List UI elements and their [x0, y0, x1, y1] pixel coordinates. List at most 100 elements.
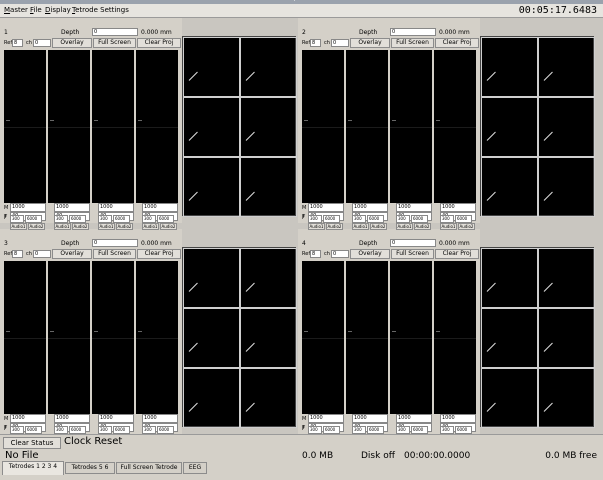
filter-low-input[interactable]: 300: [54, 215, 68, 223]
menu-master[interactable]: Master: [4, 6, 28, 14]
audio2-button[interactable]: Audio2: [458, 223, 475, 230]
ref-input[interactable]: 8: [310, 250, 321, 258]
filter-high-input[interactable]: 6000: [113, 215, 130, 223]
filter-high-input[interactable]: 6000: [455, 426, 472, 434]
audio1-button[interactable]: Audio1: [308, 223, 325, 230]
audio1-button[interactable]: Audio1: [98, 223, 115, 230]
tab-eeg[interactable]: EEG: [183, 462, 207, 474]
m-input[interactable]: 1000: [54, 414, 90, 423]
audio1-button[interactable]: Audio1: [10, 223, 27, 230]
filter-low-input[interactable]: 300: [396, 426, 410, 434]
filter-low-input[interactable]: 300: [10, 215, 24, 223]
m-input[interactable]: 1000: [308, 414, 344, 423]
filter-high-input[interactable]: 6000: [157, 215, 174, 223]
audio2-button[interactable]: Audio2: [116, 223, 133, 230]
clear-proj-button[interactable]: Clear Proj: [137, 38, 181, 48]
m-input[interactable]: 1000: [396, 203, 432, 212]
full-screen-button[interactable]: Full Screen: [93, 249, 136, 259]
overlay-button[interactable]: Overlay: [350, 249, 390, 259]
clear-proj-button[interactable]: Clear Proj: [137, 249, 181, 259]
ref-input[interactable]: 8: [12, 250, 23, 258]
filter-high-input[interactable]: 6000: [367, 215, 384, 223]
full-screen-button[interactable]: Full Screen: [391, 249, 434, 259]
filter-low-input[interactable]: 300: [142, 215, 156, 223]
audio1-button[interactable]: Audio1: [142, 223, 159, 230]
audio2-button[interactable]: Audio2: [160, 223, 177, 230]
audio2-button[interactable]: Audio2: [326, 223, 343, 230]
overlay-button[interactable]: Overlay: [52, 249, 92, 259]
filter-high-input[interactable]: 6000: [455, 215, 472, 223]
tab-full-screen-tetrode[interactable]: Full Screen Tetrode: [116, 462, 182, 474]
ch-input[interactable]: 0: [331, 39, 349, 47]
depth-input[interactable]: 0: [390, 28, 436, 36]
depth-input[interactable]: 0: [92, 239, 138, 247]
ch-input[interactable]: 0: [33, 250, 51, 258]
filter-high-input[interactable]: 6000: [367, 426, 384, 434]
filter-high-input[interactable]: 6000: [25, 426, 42, 434]
projection-spike: [245, 191, 255, 201]
audio2-button[interactable]: Audio2: [72, 223, 89, 230]
m-input[interactable]: 1000: [142, 203, 178, 212]
overlay-button[interactable]: Overlay: [350, 38, 390, 48]
filter-low-input[interactable]: 300: [98, 215, 112, 223]
menu-file[interactable]: File: [30, 6, 42, 14]
m-input[interactable]: 1000: [10, 203, 46, 212]
filter-low-input[interactable]: 300: [308, 426, 322, 434]
clear-status-button[interactable]: Clear Status: [3, 437, 61, 449]
filter-low-input[interactable]: 300: [308, 215, 322, 223]
menu-tetrode-settings[interactable]: Tetrode Settings: [72, 6, 129, 14]
overlay-button[interactable]: Overlay: [52, 38, 92, 48]
filter-low-input[interactable]: 300: [98, 426, 112, 434]
menu-display[interactable]: Display: [45, 6, 71, 14]
audio1-button[interactable]: Audio1: [352, 223, 369, 230]
filter-low-input[interactable]: 300: [352, 215, 366, 223]
depth-input[interactable]: 0: [390, 239, 436, 247]
full-screen-button[interactable]: Full Screen: [93, 38, 136, 48]
full-screen-button[interactable]: Full Screen: [391, 38, 434, 48]
ch-input[interactable]: 0: [331, 250, 349, 258]
filter-high-input[interactable]: 6000: [69, 215, 86, 223]
m-input[interactable]: 1000: [352, 203, 388, 212]
filter-low-input[interactable]: 300: [440, 426, 454, 434]
filter-high-input[interactable]: 6000: [411, 215, 428, 223]
filter-high-input[interactable]: 6000: [69, 426, 86, 434]
m-input[interactable]: 1000: [98, 414, 134, 423]
clear-proj-button[interactable]: Clear Proj: [435, 249, 479, 259]
audio1-button[interactable]: Audio1: [440, 223, 457, 230]
ref-input[interactable]: 8: [12, 39, 23, 47]
filter-high-input[interactable]: 6000: [323, 215, 340, 223]
m-input[interactable]: 1000: [396, 414, 432, 423]
ref-input[interactable]: 8: [310, 39, 321, 47]
m-input[interactable]: 1000: [440, 203, 476, 212]
m-input[interactable]: 1000: [352, 414, 388, 423]
depth-input[interactable]: 0: [92, 28, 138, 36]
filter-low-input[interactable]: 300: [352, 426, 366, 434]
filter-low-input[interactable]: 300: [396, 215, 410, 223]
clear-proj-button[interactable]: Clear Proj: [435, 38, 479, 48]
clock-reset-button[interactable]: Clock Reset: [64, 436, 122, 447]
audio2-button[interactable]: Audio2: [370, 223, 387, 230]
m-input[interactable]: 1000: [10, 414, 46, 423]
depth-label: Depth: [61, 29, 80, 36]
m-input[interactable]: 1000: [308, 203, 344, 212]
m-input[interactable]: 1000: [142, 414, 178, 423]
filter-high-input[interactable]: 6000: [157, 426, 174, 434]
ch-input[interactable]: 0: [33, 39, 51, 47]
filter-high-input[interactable]: 6000: [25, 215, 42, 223]
audio1-button[interactable]: Audio1: [396, 223, 413, 230]
filter-high-input[interactable]: 6000: [411, 426, 428, 434]
filter-high-input[interactable]: 6000: [323, 426, 340, 434]
filter-high-input[interactable]: 6000: [113, 426, 130, 434]
filter-low-input[interactable]: 300: [142, 426, 156, 434]
filter-low-input[interactable]: 300: [440, 215, 454, 223]
audio2-button[interactable]: Audio2: [28, 223, 45, 230]
filter-low-input[interactable]: 300: [10, 426, 24, 434]
audio1-button[interactable]: Audio1: [54, 223, 71, 230]
m-input[interactable]: 1000: [440, 414, 476, 423]
tab-tetrodes-5-6[interactable]: Tetrodes 5 6: [65, 462, 115, 474]
m-input[interactable]: 1000: [98, 203, 134, 212]
audio2-button[interactable]: Audio2: [414, 223, 431, 230]
filter-low-input[interactable]: 300: [54, 426, 68, 434]
tab-tetrodes-1-4[interactable]: Tetrodes 1 2 3 4: [2, 461, 64, 475]
m-input[interactable]: 1000: [54, 203, 90, 212]
